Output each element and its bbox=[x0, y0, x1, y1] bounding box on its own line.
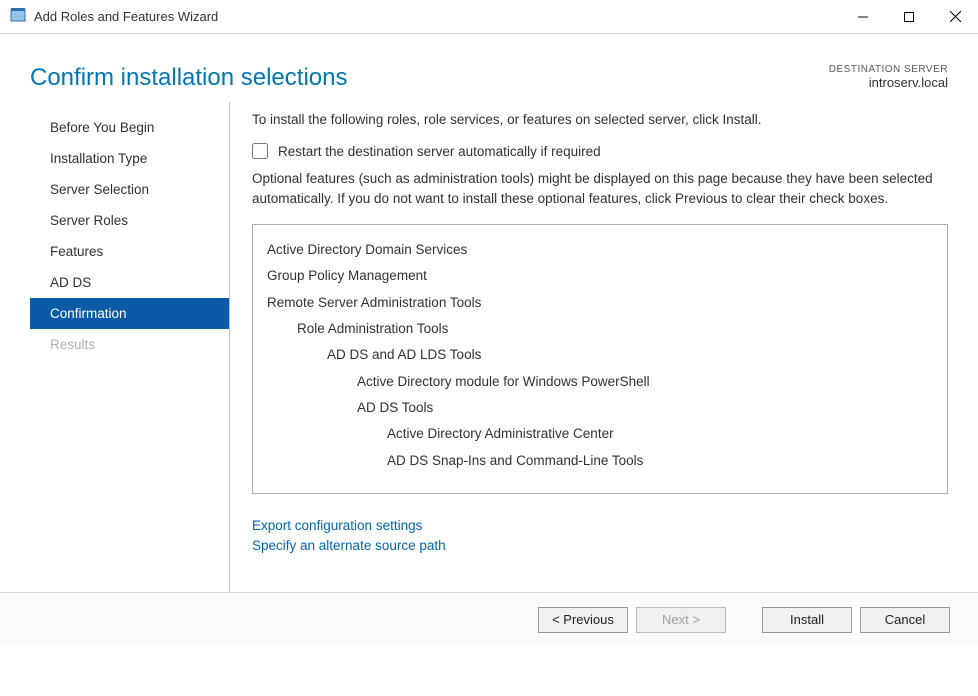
tree-item: Remote Server Administration Tools bbox=[267, 290, 933, 316]
tree-item: AD DS Tools bbox=[267, 395, 933, 421]
optional-features-text: Optional features (such as administratio… bbox=[252, 169, 948, 208]
next-button: Next > bbox=[636, 607, 726, 633]
tree-item: Group Policy Management bbox=[267, 263, 933, 289]
app-icon bbox=[10, 7, 26, 26]
close-button[interactable] bbox=[932, 0, 978, 33]
maximize-button[interactable] bbox=[886, 0, 932, 33]
destination-server-box: DESTINATION SERVER introserv.local bbox=[829, 64, 948, 90]
tree-item: Active Directory Domain Services bbox=[267, 237, 933, 263]
sidebar-item-installation-type[interactable]: Installation Type bbox=[30, 143, 229, 174]
header: Confirm installation selections DESTINAT… bbox=[0, 34, 978, 102]
install-button[interactable]: Install bbox=[762, 607, 852, 633]
sidebar-item-results: Results bbox=[30, 329, 229, 360]
minimize-button[interactable] bbox=[840, 0, 886, 33]
sidebar-item-confirmation[interactable]: Confirmation bbox=[30, 298, 229, 329]
sidebar-item-server-selection[interactable]: Server Selection bbox=[30, 174, 229, 205]
window-controls bbox=[840, 0, 978, 33]
links-area: Export configuration settings Specify an… bbox=[252, 516, 948, 555]
footer: < Previous Next > Install Cancel bbox=[0, 592, 978, 646]
tree-item: Active Directory Administrative Center bbox=[267, 421, 933, 447]
sidebar-item-before-you-begin[interactable]: Before You Begin bbox=[30, 112, 229, 143]
content-area: To install the following roles, role ser… bbox=[230, 102, 948, 592]
sidebar-item-server-roles[interactable]: Server Roles bbox=[30, 205, 229, 236]
page-title: Confirm installation selections bbox=[30, 64, 347, 92]
restart-checkbox-row: Restart the destination server automatic… bbox=[252, 143, 948, 159]
sidebar-item-features[interactable]: Features bbox=[30, 236, 229, 267]
restart-checkbox[interactable] bbox=[252, 143, 268, 159]
body: Before You Begin Installation Type Serve… bbox=[0, 102, 978, 592]
tree-item: AD DS and AD LDS Tools bbox=[267, 342, 933, 368]
sidebar-item-ad-ds[interactable]: AD DS bbox=[30, 267, 229, 298]
tree-item: Role Administration Tools bbox=[267, 316, 933, 342]
cancel-button[interactable]: Cancel bbox=[860, 607, 950, 633]
instruction-text: To install the following roles, role ser… bbox=[252, 112, 948, 127]
destination-label: DESTINATION SERVER bbox=[829, 64, 948, 75]
tree-item: Active Directory module for Windows Powe… bbox=[267, 369, 933, 395]
export-configuration-link[interactable]: Export configuration settings bbox=[252, 516, 948, 536]
window-title: Add Roles and Features Wizard bbox=[34, 9, 218, 24]
titlebar: Add Roles and Features Wizard bbox=[0, 0, 978, 34]
destination-server: introserv.local bbox=[829, 75, 948, 90]
selections-tree: Active Directory Domain Services Group P… bbox=[252, 224, 948, 494]
tree-item: AD DS Snap-Ins and Command-Line Tools bbox=[267, 448, 933, 474]
specify-alternate-source-link[interactable]: Specify an alternate source path bbox=[252, 536, 948, 556]
previous-button[interactable]: < Previous bbox=[538, 607, 628, 633]
sidebar: Before You Begin Installation Type Serve… bbox=[30, 102, 230, 592]
restart-checkbox-label[interactable]: Restart the destination server automatic… bbox=[278, 144, 601, 159]
